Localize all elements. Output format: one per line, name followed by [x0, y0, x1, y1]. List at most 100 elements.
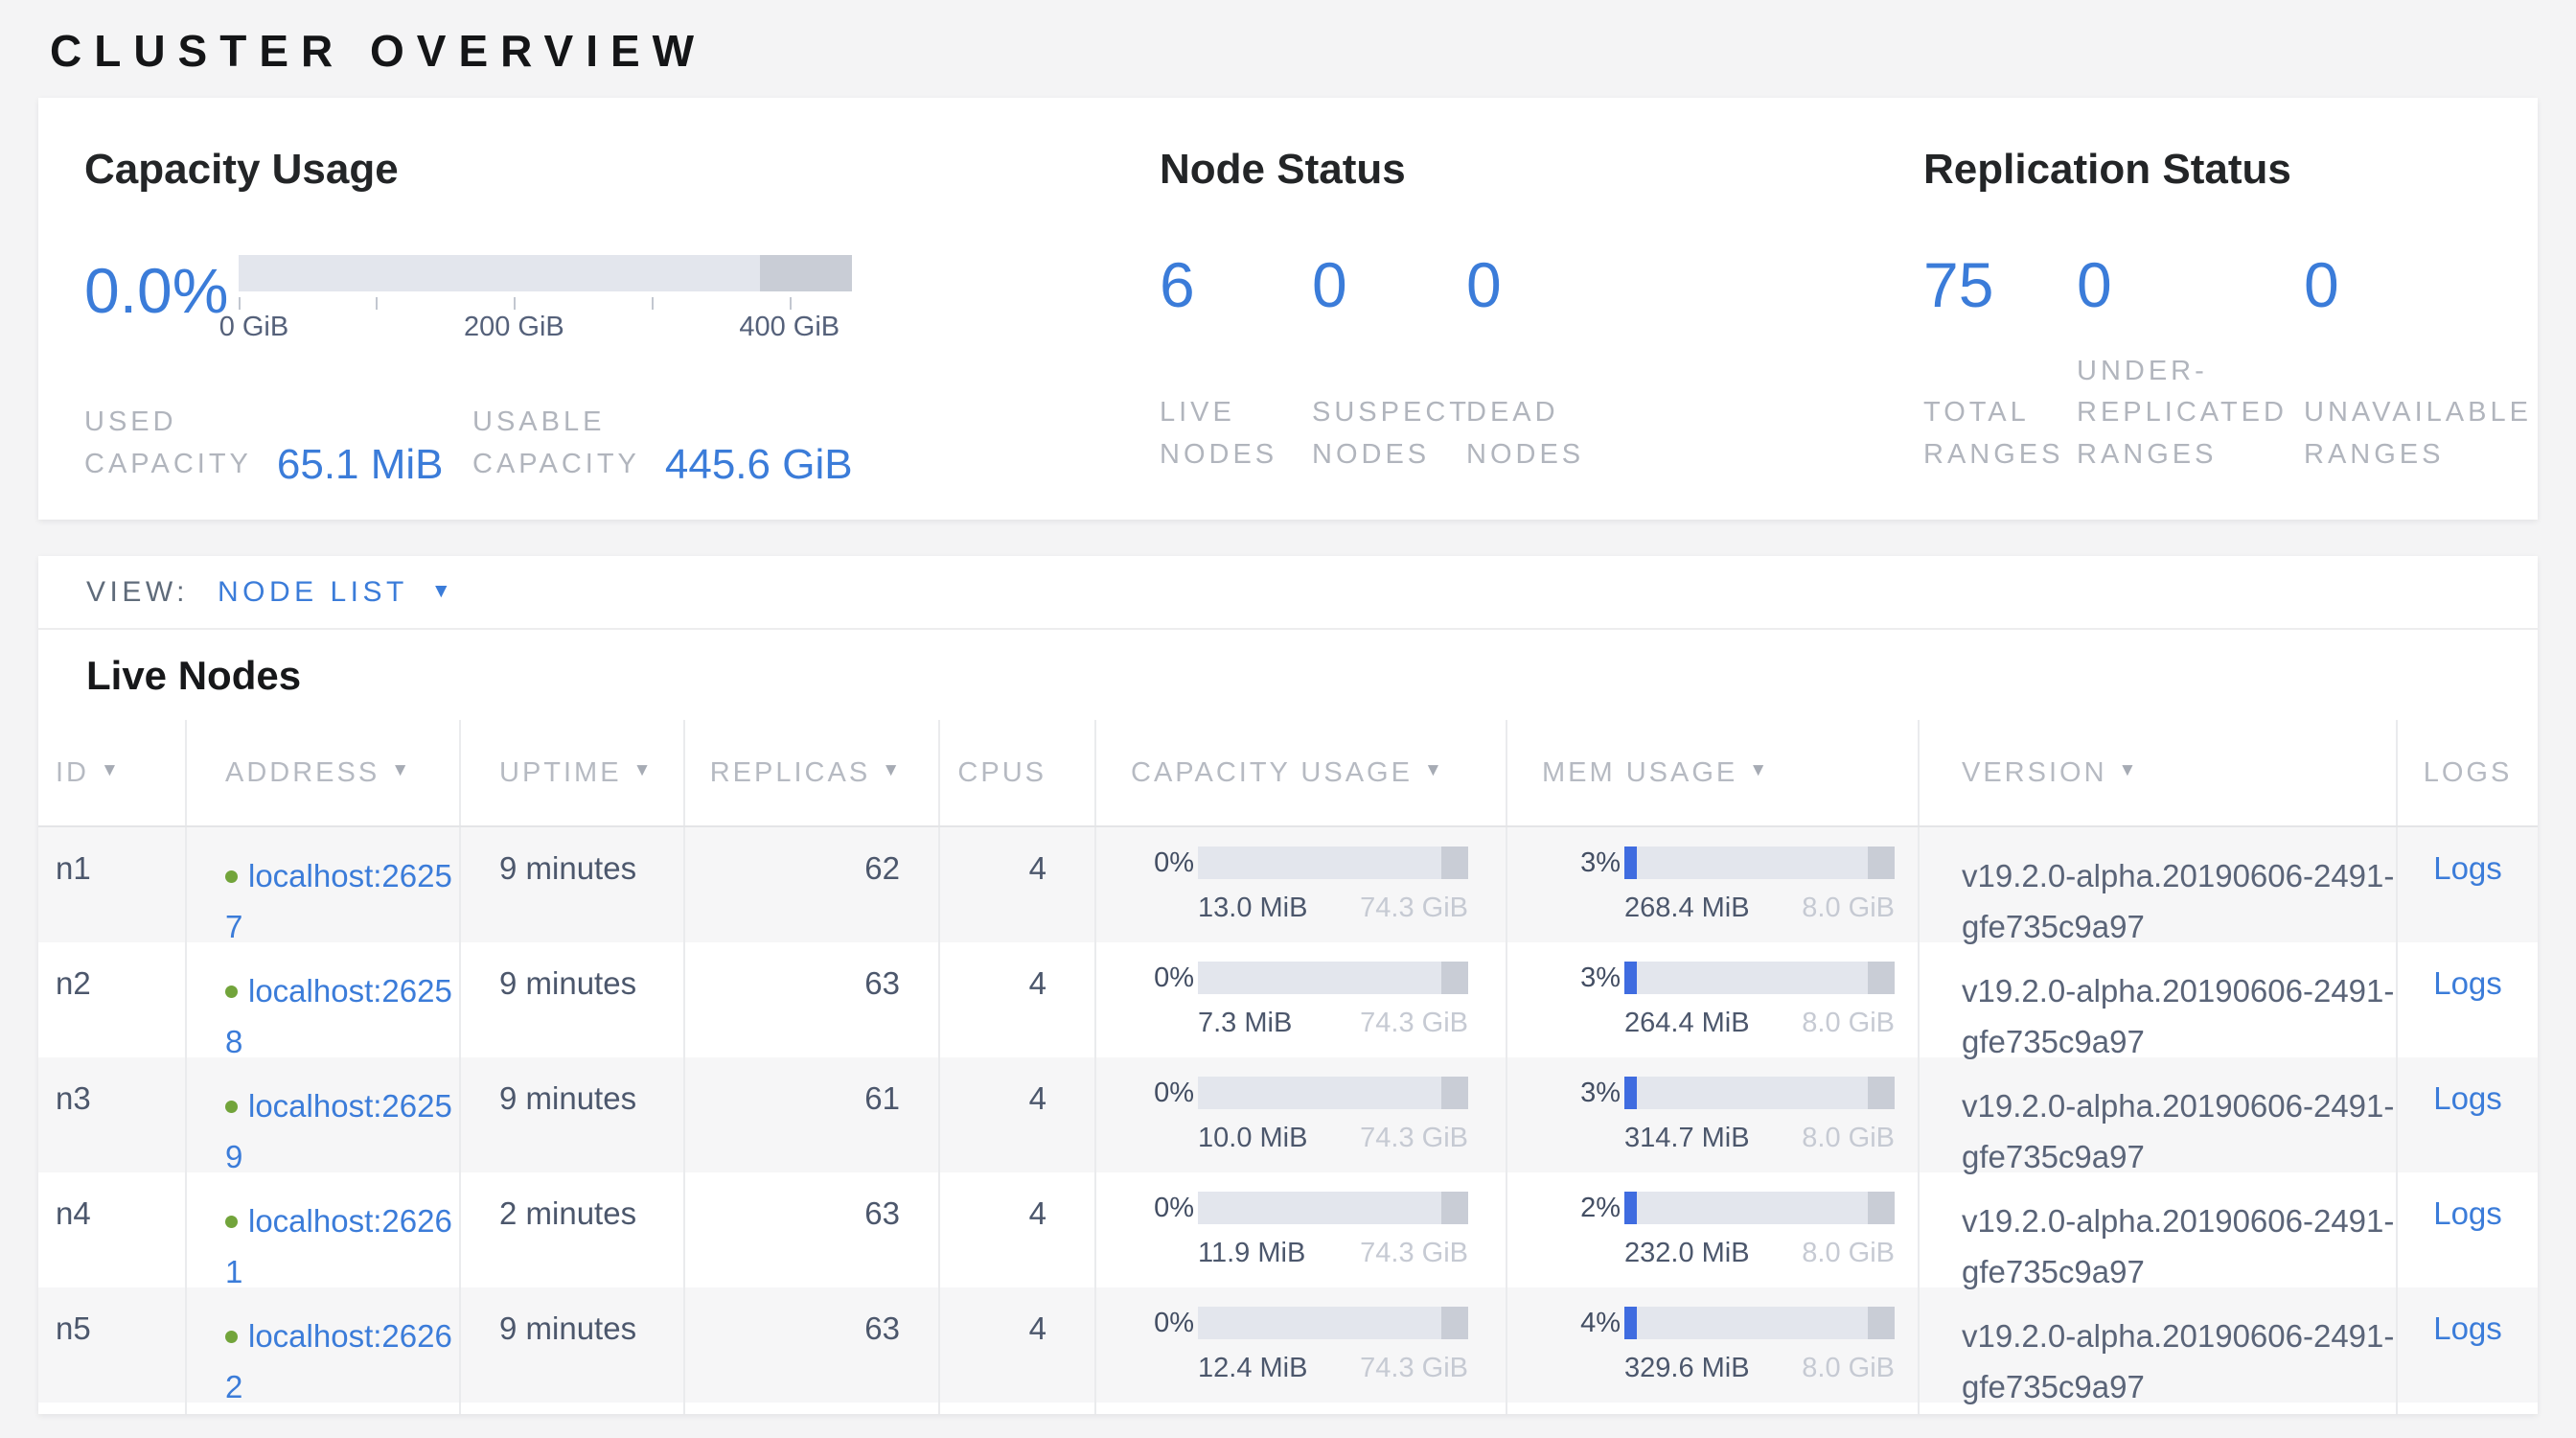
uptime-value: 2 minutes [499, 1195, 636, 1231]
cpus-cell: 4 [940, 1287, 1096, 1403]
cluster-overview-page: CLUSTER OVERVIEW Capacity Usage 0.0% 0 G… [0, 25, 2576, 1414]
live-status-dot-icon [225, 986, 238, 998]
summary-stat: 0 UNAVAILABLERANGES [2304, 253, 2532, 475]
capacity-percent: 0% [1131, 962, 1198, 994]
capacity-percent: 0% [1131, 1192, 1198, 1224]
mem-total-value: 8.0 GiB [1802, 1123, 1895, 1154]
replication-status-section: Replication Status 75 TOTALRANGES 0 UNDE… [1923, 146, 2538, 520]
capacity-percent: 0% [1131, 1077, 1198, 1109]
node-id: n1 [56, 850, 91, 886]
uptime-cell: 9 minutes [461, 942, 685, 1057]
logs-cell: Logs [2398, 1172, 2538, 1287]
usable-capacity-label: USABLE CAPACITY [472, 402, 640, 485]
column-header-id[interactable]: ID▼ [38, 720, 187, 825]
live-status-dot-icon [225, 870, 238, 883]
stat-label: UNAVAILABLERANGES [2304, 392, 2532, 475]
column-header-label: MEM USAGE [1542, 757, 1737, 789]
replicas-cell: 61 [685, 1057, 940, 1172]
uptime-value: 9 minutes [499, 1080, 636, 1116]
capacity-axis-label: 200 GiB [464, 312, 564, 343]
replicas-value: 61 [864, 1080, 900, 1116]
sort-desc-icon: ▼ [101, 760, 119, 781]
mem-usage-fill [1624, 1192, 1637, 1224]
stat-label: DEADNODES [1466, 392, 1584, 475]
column-header-version[interactable]: VERSION▼ [1920, 720, 2398, 825]
logs-cell: Logs [2398, 1287, 2538, 1403]
column-header-mem[interactable]: MEM USAGE ▼ [1507, 720, 1920, 825]
capacity-usage-cell: 0% 12.4 MiB 74.3 GiB [1096, 1287, 1507, 1403]
column-header-uptime[interactable]: UPTIME▼ [461, 720, 685, 825]
cpus-value: 4 [1029, 1195, 1046, 1231]
table-row: n3 localhost:26259 9 minutes 61 4 0% 10.… [38, 1057, 2538, 1172]
summary-stat: 0 SUSPECTNODES [1312, 253, 1466, 475]
node-address-cell: localhost:26259 [187, 1057, 461, 1172]
mem-reserved-segment [1868, 847, 1895, 879]
mem-total-value: 8.0 GiB [1802, 1008, 1895, 1039]
column-header-address[interactable]: ADDRESS▼ [187, 720, 461, 825]
chevron-down-icon: ▼ [431, 580, 451, 603]
address-link[interactable]: localhost:26257 [225, 858, 452, 944]
logs-link[interactable]: Logs [2433, 1310, 2502, 1346]
node-list-dropdown[interactable]: NODE LIST ▼ [218, 576, 451, 609]
mem-used-value: 329.6 MiB [1624, 1353, 1750, 1384]
view-label: VIEW: [86, 576, 189, 609]
capacity-usage-bar [1198, 1192, 1468, 1224]
logs-link[interactable]: Logs [2433, 850, 2502, 886]
live-nodes-title: Live Nodes [86, 653, 2538, 699]
logs-link[interactable]: Logs [2433, 1195, 2502, 1231]
column-header-capacity[interactable]: CAPACITY USAGE▼ [1096, 720, 1507, 825]
column-header-replicas[interactable]: REPLICAS▼ [685, 720, 940, 825]
capacity-bar-chart: 0 GiB 200 GiB 400 GiB [239, 255, 852, 348]
live-status-dot-icon [225, 1331, 238, 1343]
node-address-cell: localhost:26258 [187, 942, 461, 1057]
table-row: n1 localhost:26257 9 minutes 62 4 0% 13.… [38, 827, 2538, 942]
sort-desc-icon: ▼ [1749, 760, 1767, 781]
stat-label: SUSPECTNODES [1312, 392, 1466, 475]
mem-total-value: 8.0 GiB [1802, 1238, 1895, 1269]
logs-link[interactable]: Logs [2433, 965, 2502, 1001]
usable-capacity-value: 445.6 GiB [665, 441, 853, 489]
replicas-value: 62 [864, 850, 900, 886]
mem-used-value: 264.4 MiB [1624, 1008, 1750, 1039]
cpus-value: 4 [1029, 1310, 1046, 1346]
table-row: n5 localhost:26262 9 minutes 63 4 0% 12.… [38, 1287, 2538, 1403]
replication-status-title: Replication Status [1923, 146, 2538, 194]
address-link[interactable]: localhost:26261 [225, 1203, 452, 1289]
mem-usage-cell: 2% 232.0 MiB 8.0 GiB [1507, 1172, 1920, 1287]
capacity-used-value: 7.3 MiB [1198, 1008, 1292, 1039]
logs-link[interactable]: Logs [2433, 1080, 2502, 1116]
version-cell: v19.2.0-alpha.20190606-2491-gfe735c9a97 [1920, 1057, 2398, 1172]
address-link[interactable]: localhost:26262 [225, 1318, 452, 1404]
capacity-usage-bar [1198, 847, 1468, 879]
capacity-percent: 0% [1131, 1307, 1198, 1339]
node-address-cell: localhost:26257 [187, 827, 461, 942]
node-id: n3 [56, 1080, 91, 1116]
summary-stat: 0 DEADNODES [1466, 253, 1584, 475]
stat-value: 6 [1160, 253, 1312, 316]
usable-capacity-stat: USABLE CAPACITY 445.6 GiB [472, 402, 853, 485]
stat-value: 0 [1466, 253, 1584, 316]
uptime-value: 9 minutes [499, 965, 636, 1001]
address-link[interactable]: localhost:26258 [225, 973, 452, 1059]
mem-total-value: 8.0 GiB [1802, 1353, 1895, 1384]
cpus-value: 4 [1029, 1080, 1046, 1116]
live-status-dot-icon [225, 1216, 238, 1228]
mem-usage-bar [1624, 962, 1895, 994]
capacity-total-value: 74.3 GiB [1360, 1123, 1468, 1154]
address-link[interactable]: localhost:26259 [225, 1088, 452, 1174]
uptime-cell: 9 minutes [461, 1287, 685, 1403]
mem-usage-cell: 4% 329.6 MiB 8.0 GiB [1507, 1287, 1920, 1403]
live-status-dot-icon [225, 1101, 238, 1113]
replicas-cell: 63 [685, 1287, 940, 1403]
sort-desc-icon: ▼ [1424, 760, 1442, 781]
stat-value: 0 [2304, 253, 2532, 316]
summary-stat: 75 TOTALRANGES [1923, 253, 2077, 475]
uptime-cell: 9 minutes [461, 827, 685, 942]
mem-usage-fill [1624, 1307, 1637, 1339]
node-id: n4 [56, 1195, 91, 1231]
capacity-percent: 0% [1131, 847, 1198, 879]
capacity-reserved-segment [1441, 1307, 1468, 1339]
cpus-value: 4 [1029, 850, 1046, 886]
capacity-total-value: 74.3 GiB [1360, 1008, 1468, 1039]
page-title: CLUSTER OVERVIEW [50, 25, 2538, 77]
